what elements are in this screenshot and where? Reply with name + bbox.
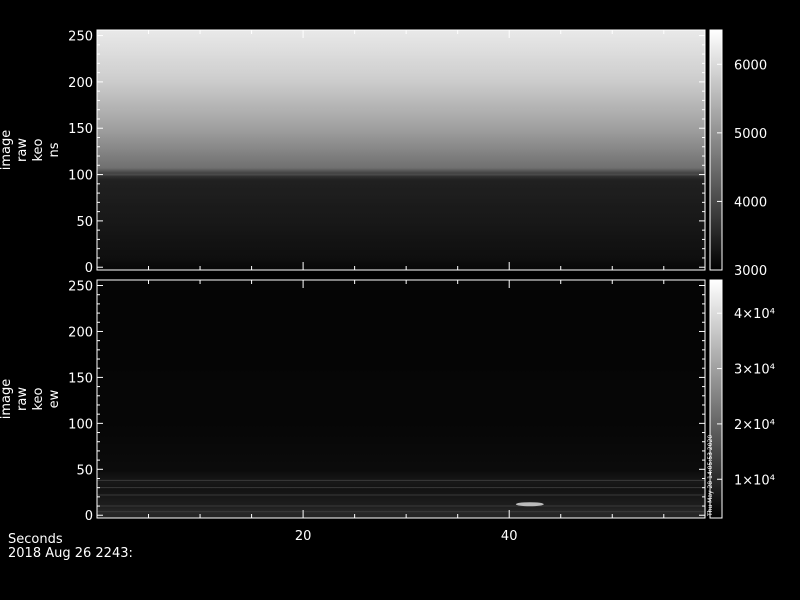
y-tick-label: 250 xyxy=(68,280,93,295)
colorbar-tick-label: 6000 xyxy=(734,58,767,73)
y-axis-label-line: keo xyxy=(31,138,46,161)
colorbar-tick-label: 3000 xyxy=(734,264,767,279)
colorbar-tick-label: 1×10⁴ xyxy=(734,473,775,488)
y-axis-label-line: raw xyxy=(15,138,30,162)
y-tick-label: 50 xyxy=(76,463,93,478)
heatmap-bright-spot xyxy=(515,502,544,507)
y-tick-label: 0 xyxy=(85,261,93,276)
y-axis-label-line: ew xyxy=(47,389,62,408)
y-tick-label: 50 xyxy=(76,215,93,230)
y-axis-label-line: raw xyxy=(15,387,30,411)
colorbar-tick-label: 3×10⁴ xyxy=(734,363,775,378)
y-axis-label-line: image xyxy=(0,379,14,420)
x-axis-title: Seconds xyxy=(8,532,63,547)
timestamp-stamp: Thu May 28 14:05:53 2020 xyxy=(707,435,714,517)
y-tick-label: 250 xyxy=(68,30,93,45)
y-tick-label: 200 xyxy=(68,325,93,340)
y-tick-label: 200 xyxy=(68,76,93,91)
keogram-page: 0 50 100 150 200 250 image raw keo ns 3000 4000 5000… xyxy=(0,0,800,600)
heatmap-image-ns xyxy=(97,30,705,270)
colorbar-tick-label: 2×10⁴ xyxy=(734,418,775,433)
heatmap-image-ew xyxy=(97,280,705,518)
colorbar-tick-label: 4×10⁴ xyxy=(734,307,775,322)
colorbar-tick-label: 4000 xyxy=(734,195,767,210)
y-axis-label-line: keo xyxy=(31,387,46,410)
y-tick-label: 150 xyxy=(68,371,93,386)
y-tick-label: 100 xyxy=(68,417,93,432)
y-axis-label-line: image xyxy=(0,130,14,171)
colorbar-ns xyxy=(709,29,723,271)
x-tick-label: 40 xyxy=(501,529,518,544)
x-tick-label: 20 xyxy=(295,529,312,544)
y-axis-label-line: ns xyxy=(47,142,62,157)
y-tick-label: 150 xyxy=(68,122,93,137)
colorbar-tick-label: 5000 xyxy=(734,127,767,142)
y-tick-label: 100 xyxy=(68,169,93,184)
y-tick-label: 0 xyxy=(85,509,93,524)
date-label: 2018 Aug 26 2243: xyxy=(8,546,133,561)
keogram-figure: 050100150200250image raw keo ns300040005000… xyxy=(0,29,775,544)
